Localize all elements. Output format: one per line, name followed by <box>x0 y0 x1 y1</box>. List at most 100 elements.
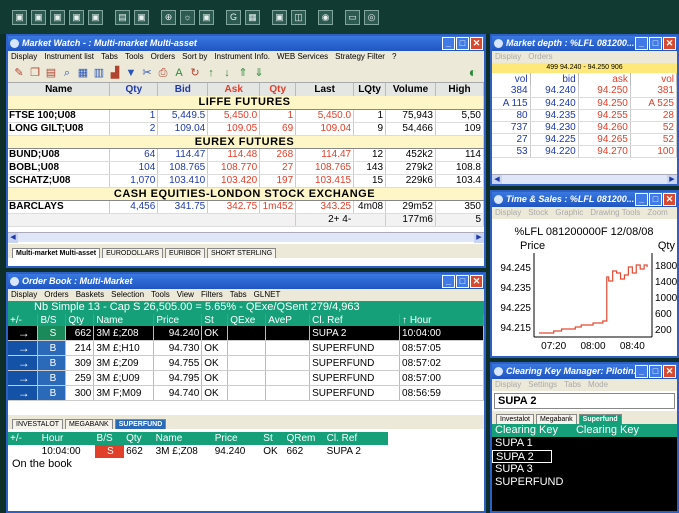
document-icon[interactable]: ▤ <box>44 66 58 80</box>
sort-down-icon[interactable]: ↓ <box>220 66 234 80</box>
order-row[interactable]: → S 662 3M £;Z08 94.240 OK SUPA 2 10:04:00 <box>8 326 484 341</box>
order-row[interactable]: → B 214 3M £;H10 94.730 OK SUPERFUND 08:57:05 <box>8 340 484 356</box>
order-book-titlebar[interactable]: Order Book : Multi-Market _ □ ✕ <box>8 274 484 289</box>
market-watch-titlebar[interactable]: Market Watch - : Multi-market Multi-asse… <box>8 36 484 51</box>
search-icon[interactable]: ⌕ <box>60 66 74 80</box>
column-header[interactable]: Qty <box>124 432 154 445</box>
toolbar-button[interactable]: ◉ <box>318 9 333 25</box>
column-header[interactable]: Price <box>153 314 203 326</box>
list-item[interactable]: SUPA 1 <box>492 437 677 450</box>
tab-2[interactable]: Superfund <box>578 414 622 424</box>
column-header[interactable]: Volume <box>385 83 436 96</box>
menu-item[interactable]: View <box>177 290 194 299</box>
toolbar-button[interactable]: ▭ <box>345 9 360 25</box>
grid-icon[interactable]: ▦ <box>76 66 90 80</box>
column-header[interactable]: Hour <box>39 432 95 445</box>
column-header[interactable]: Cl. Ref <box>309 314 401 326</box>
maximize-button[interactable]: □ <box>649 365 662 378</box>
column-header[interactable]: ask <box>578 73 631 85</box>
toolbar-button[interactable]: ▣ <box>50 9 65 25</box>
filter-icon[interactable]: ▼ <box>124 66 138 80</box>
menu-item[interactable]: Display <box>11 52 37 61</box>
minimize-button[interactable]: _ <box>442 37 455 50</box>
menu-item[interactable]: GLNET <box>254 290 281 299</box>
column-header[interactable]: Last <box>295 83 355 96</box>
column-header[interactable]: QRem <box>284 432 325 445</box>
menu-item[interactable]: Zoom <box>647 208 667 217</box>
table-row[interactable]: BUND;U08 64 114.47 114.48 268 114.47 12 452k2 11… <box>8 148 484 162</box>
arrow-icon[interactable]: → <box>8 370 39 386</box>
toolbar-button[interactable]: ▤ <box>115 9 130 25</box>
close-button[interactable]: ✕ <box>663 193 676 206</box>
order-row[interactable]: → B 309 3M £;Z09 94.755 OK SUPERFUND 08:57:02 <box>8 355 484 371</box>
column-header[interactable]: QExe <box>227 314 267 326</box>
maximize-button[interactable]: □ <box>456 275 469 288</box>
column-header[interactable]: Name <box>93 314 155 326</box>
column-header[interactable]: vol <box>492 73 531 85</box>
column-header[interactable]: Qty <box>259 83 297 96</box>
menu-item[interactable]: Baskets <box>76 290 104 299</box>
column-header[interactable]: Ask <box>207 83 261 96</box>
column-header[interactable]: +/- <box>8 314 39 326</box>
menu-item[interactable]: Tabs <box>230 290 247 299</box>
menu-item[interactable]: ? <box>392 52 396 61</box>
menu-item[interactable]: Sort by <box>182 52 207 61</box>
column-header[interactable]: bid <box>530 73 579 85</box>
toolbar-button[interactable]: ▦ <box>245 9 260 25</box>
list-item[interactable]: SUPERFUND <box>492 476 677 489</box>
menu-item[interactable]: Display <box>495 52 521 61</box>
columns-icon[interactable]: ▥ <box>92 66 106 80</box>
menu-item[interactable]: Orders <box>44 290 68 299</box>
minimize-button[interactable]: _ <box>635 193 648 206</box>
maximize-button[interactable]: □ <box>649 37 662 50</box>
menu-item[interactable]: Orders <box>151 52 175 61</box>
toolbar-button[interactable]: ▣ <box>199 9 214 25</box>
clearing-key-titlebar[interactable]: Clearing Key Manager: Pilotin... _ □ ✕ <box>492 364 677 379</box>
font-icon[interactable]: A <box>172 66 186 80</box>
column-header[interactable]: +/- <box>8 432 40 445</box>
menu-item[interactable]: Settings <box>528 380 557 389</box>
chart-icon[interactable]: ▟ <box>108 66 122 80</box>
toolbar-button[interactable]: ☼ <box>180 9 195 25</box>
table-row[interactable]: FTSE 100;U08 1 5,449.5 5,450.0 1 5,450.0 1 75,9… <box>8 109 484 123</box>
close-button[interactable]: ✕ <box>663 365 676 378</box>
column-header[interactable]: High <box>435 83 484 96</box>
order-row[interactable]: → B 300 3M F;M09 94.740 OK SUPERFUND 08:56:59 <box>8 385 484 401</box>
time-sales-titlebar[interactable]: Time & Sales : %LFL 081200... _ □ ✕ <box>492 192 677 207</box>
maximize-button[interactable]: □ <box>649 193 662 206</box>
minimize-button[interactable]: _ <box>635 365 648 378</box>
toolbar-button[interactable]: ◎ <box>364 9 379 25</box>
table-row[interactable]: LONG GILT;U08 2 109.04 109.05 69 109.04 9 54,46… <box>8 122 484 136</box>
menu-item[interactable]: Tools <box>125 52 144 61</box>
toolbar-button[interactable]: ▣ <box>12 9 27 25</box>
maximize-button[interactable]: □ <box>456 37 469 50</box>
close-button[interactable]: ✕ <box>663 37 676 50</box>
arrow-icon[interactable]: → <box>8 340 39 356</box>
menu-item[interactable]: Drawing Tools <box>590 208 640 217</box>
toolbar-button[interactable]: ◫ <box>291 9 306 25</box>
column-header[interactable]: vol <box>630 73 677 85</box>
sort-asc-icon[interactable]: ⇑ <box>236 66 250 80</box>
table-row[interactable]: 384 94.240 94.250 381 <box>492 85 677 98</box>
table-row[interactable]: 27 94.225 94.265 52 <box>492 133 677 146</box>
toolbar-button[interactable]: ⊕ <box>161 9 176 25</box>
toolbar-button[interactable]: ▣ <box>88 9 103 25</box>
table-row[interactable]: BARCLAYS 4,456 341.75 342.75 1m452 343.25 4m08… <box>8 200 484 214</box>
tab-1[interactable]: MEGABANK <box>65 419 113 429</box>
minimize-button[interactable]: _ <box>635 37 648 50</box>
menu-item[interactable]: Mode <box>588 380 608 389</box>
tab-0[interactable]: Investalot <box>496 414 534 424</box>
menu-item[interactable]: Graphic <box>555 208 583 217</box>
menu-item[interactable]: Selection <box>111 290 144 299</box>
toolbar-button[interactable]: ▣ <box>134 9 149 25</box>
sort-up-icon[interactable]: ↑ <box>204 66 218 80</box>
menu-item[interactable]: Stock <box>528 208 548 217</box>
scroll-right-arrow-icon[interactable]: ▶ <box>474 233 484 243</box>
column-header[interactable]: ↑ Hour <box>399 314 484 326</box>
menu-item[interactable]: Tabs <box>101 52 118 61</box>
menu-item[interactable]: Filters <box>201 290 223 299</box>
table-row[interactable]: BOBL;U08 104 108.765 108.770 27 108.765 143 279… <box>8 161 484 175</box>
scroll-left-arrow-icon[interactable]: ◀ <box>492 175 502 184</box>
menu-item[interactable]: Orders <box>528 52 552 61</box>
column-header[interactable]: Qty <box>109 83 159 96</box>
